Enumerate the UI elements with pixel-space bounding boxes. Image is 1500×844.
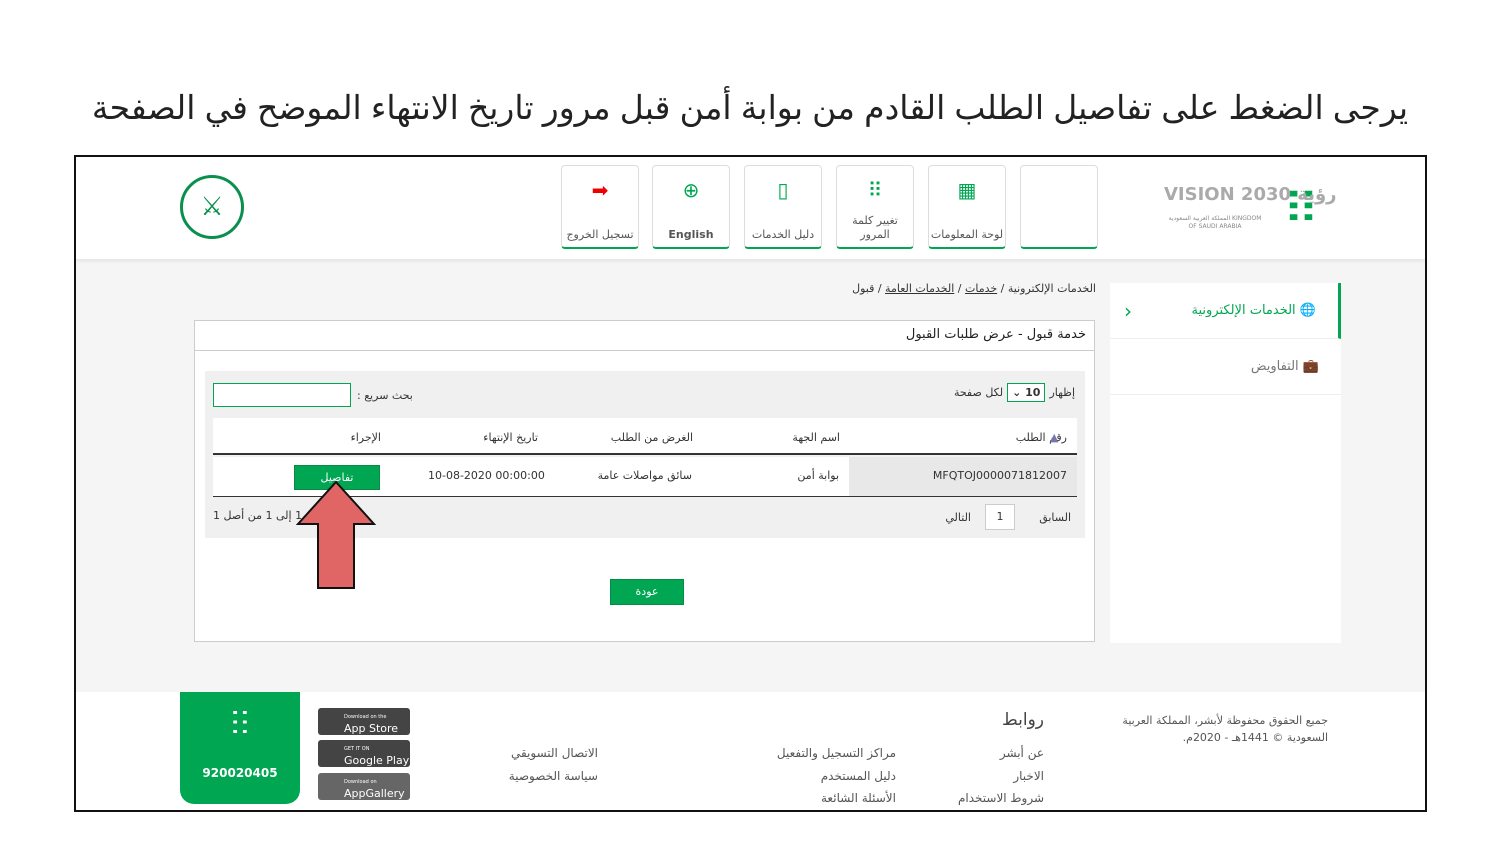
- breadcrumb-services[interactable]: خدمات: [965, 282, 997, 295]
- sort-asc-icon: ▲: [1050, 431, 1059, 444]
- book-icon: ▯: [777, 178, 789, 202]
- breadcrumb: الخدمات الإلكترونية / خدمات / الخدمات ال…: [852, 282, 1096, 295]
- sidebar-item-delegations[interactable]: 💼 التفاويض: [1110, 339, 1341, 395]
- red-arrow-annotation: [296, 480, 377, 589]
- keypad-hand-icon: ⠿: [867, 178, 883, 202]
- header: ⵗⵗ VISION رؤية 2030 المملكة العربية السع…: [76, 157, 1425, 259]
- absher-logo: ⵗⵗ: [1286, 184, 1316, 230]
- next-button[interactable]: التالي: [945, 511, 971, 524]
- instruction-text: يرجى الضغط على تفاصيل الطلب القادم من بو…: [91, 89, 1409, 126]
- sidebar: 🌐 الخدمات الإلكترونية ‹ 💼 التفاويض: [1110, 283, 1341, 643]
- per-page-select[interactable]: 10 ⌄: [1007, 383, 1046, 402]
- sidebar-item-eservices[interactable]: 🌐 الخدمات الإلكترونية ‹: [1110, 283, 1341, 339]
- footer-link[interactable]: مراكز التسجيل والتفعيل: [736, 742, 896, 765]
- chevron-left-icon[interactable]: ‹: [1124, 283, 1132, 339]
- col-expiry[interactable]: تاريخ الإنتهاء: [483, 421, 538, 455]
- vision-subtext: المملكة العربية السعودية KINGDOM OF SAUD…: [1168, 215, 1262, 230]
- appgallery-badge[interactable]: Download on AppGallery: [318, 773, 410, 800]
- tile-logout[interactable]: ➡ تسجيل الخروج: [561, 165, 639, 249]
- tile-dashboard[interactable]: ▦ لوحة المعلومات: [928, 165, 1006, 249]
- footer-link[interactable]: الاخبار: [944, 765, 1044, 788]
- footer-link[interactable]: شروط الاستخدام: [944, 787, 1044, 810]
- tile-change-password[interactable]: ⠿ تغيير كلمة المرور: [836, 165, 914, 249]
- logout-icon: ➡: [591, 178, 609, 202]
- app-store-badge[interactable]: Download on the App Store: [318, 708, 410, 735]
- globe-icon: ⊕: [682, 178, 700, 202]
- col-purpose[interactable]: الغرض من الطلب: [611, 421, 693, 455]
- col-entity[interactable]: اسم الجهة: [792, 421, 840, 455]
- tile-blank[interactable]: [1020, 165, 1098, 249]
- footer-link[interactable]: سياسة الخصوصية: [476, 765, 598, 788]
- dashboard-icon: ▦: [957, 178, 977, 202]
- absher-logo-white: ⵗⵗ: [230, 706, 250, 741]
- panel-title: خدمة قبول - عرض طلبات القبول: [195, 321, 1094, 351]
- briefcase-icon: 💼: [1302, 359, 1319, 374]
- page-1-button[interactable]: 1: [985, 504, 1015, 530]
- ministry-emblem: ⚔: [180, 175, 244, 239]
- footer-link[interactable]: دليل المستخدم: [736, 765, 896, 788]
- tile-services-guide[interactable]: ▯ دليل الخدمات: [744, 165, 822, 249]
- col-request-id[interactable]: رقم الطلب: [1016, 421, 1067, 455]
- back-button[interactable]: عودة: [610, 579, 684, 605]
- globe-hand-icon: 🌐: [1299, 303, 1316, 318]
- footer: جميع الحقوق محفوظة لأبشر، المملكة العربي…: [76, 692, 1425, 810]
- vision-text: VISION رؤية 2030: [1164, 184, 1337, 205]
- col-action[interactable]: الإجراء: [351, 421, 381, 455]
- quick-search-input[interactable]: [213, 383, 351, 407]
- prev-button[interactable]: السابق: [1039, 511, 1071, 524]
- footer-link[interactable]: الاتصال التسويقي: [476, 742, 598, 765]
- browser-frame: ⵗⵗ VISION رؤية 2030 المملكة العربية السع…: [74, 155, 1427, 812]
- footer-link[interactable]: الأسئلة الشائعة: [736, 787, 896, 810]
- google-play-badge[interactable]: GET IT ON Google Play: [318, 740, 410, 767]
- tile-english[interactable]: ⊕ English: [652, 165, 730, 249]
- vision-2030-logo: VISION رؤية 2030 المملكة العربية السعودي…: [1164, 175, 1337, 231]
- absher-contact-card: ⵗⵗ 920020405: [180, 692, 300, 804]
- breadcrumb-public-services[interactable]: الخدمات العامة: [885, 282, 954, 295]
- footer-link[interactable]: عن أبشر: [944, 742, 1044, 765]
